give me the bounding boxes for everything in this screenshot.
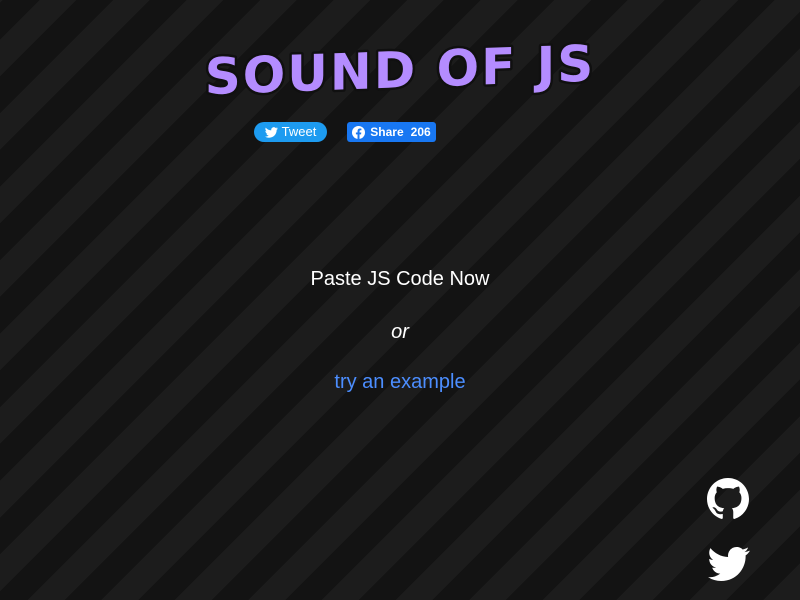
facebook-share-button[interactable]: Share 206: [347, 122, 436, 142]
try-example-link[interactable]: try an example: [300, 371, 500, 394]
github-link[interactable]: [707, 478, 749, 520]
tweet-label: Tweet: [281, 124, 317, 139]
twitter-link[interactable]: [708, 546, 750, 584]
or-divider-text: or: [391, 321, 409, 343]
twitter-icon: [708, 546, 750, 581]
logo-text: SOUND OF JS: [205, 35, 595, 107]
site-logo: SOUND OF JS: [202, 32, 597, 112]
github-icon: [707, 478, 749, 519]
share-count: 206: [410, 125, 431, 139]
logo-graphic: SOUND OF JS: [202, 32, 597, 109]
facebook-icon: [352, 125, 366, 139]
share-label: Share: [370, 125, 404, 139]
social-share-bar: Tweet Share 206: [254, 122, 494, 144]
tweet-button[interactable]: Tweet: [254, 122, 327, 142]
twitter-bird-icon: [264, 126, 278, 138]
paste-code-prompt: Paste JS Code Now: [310, 268, 490, 290]
